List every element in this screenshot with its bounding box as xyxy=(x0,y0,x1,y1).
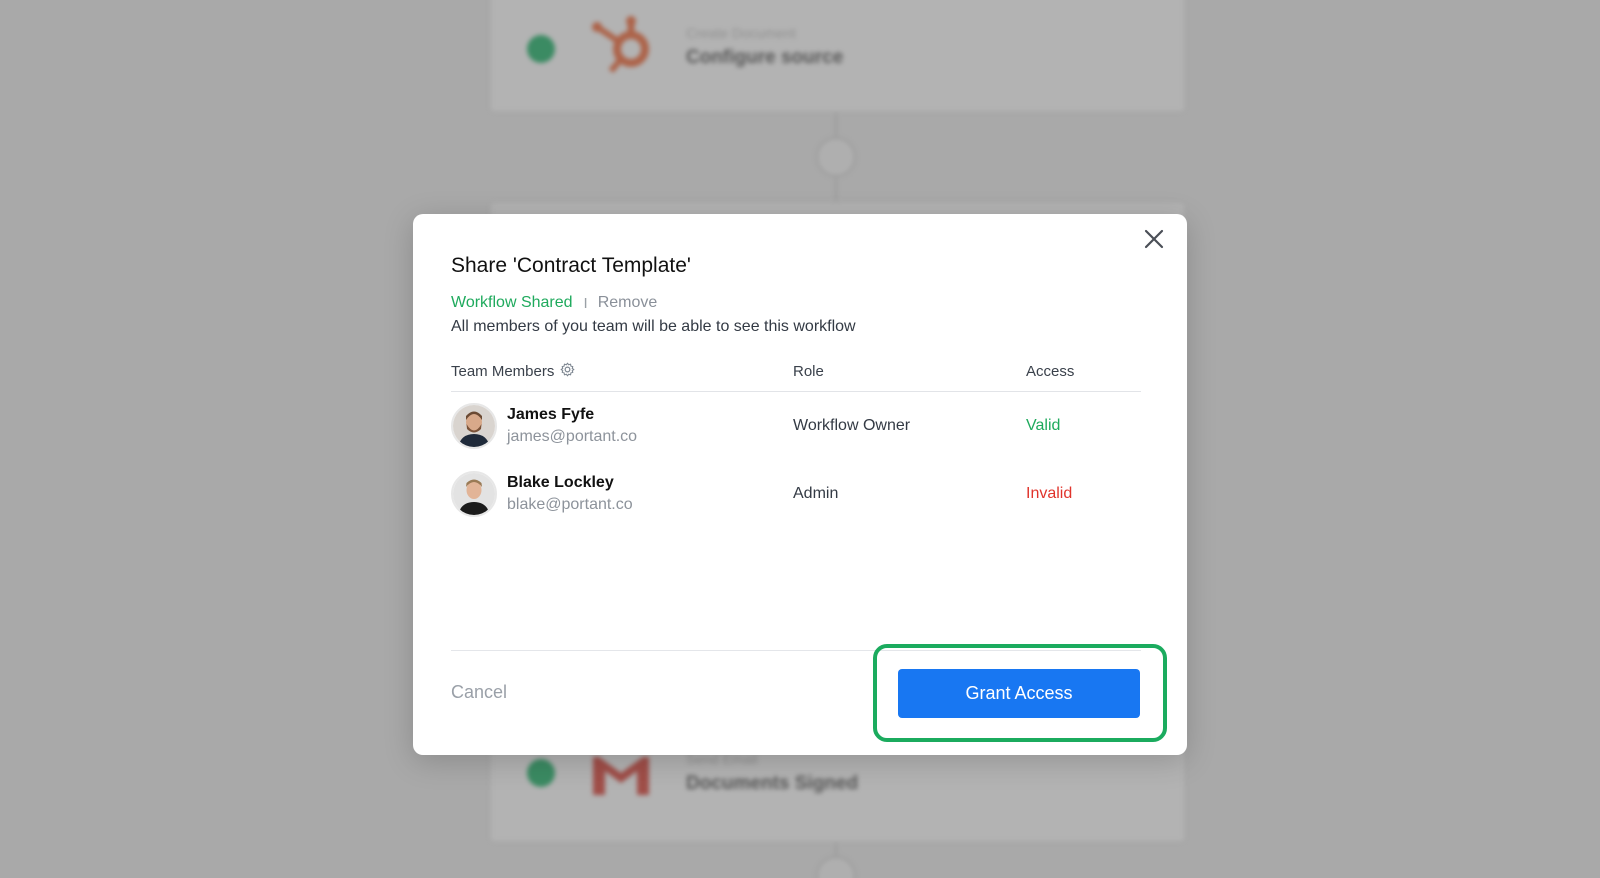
column-header-access: Access xyxy=(1026,363,1075,380)
member-cell: James Fyfe james@portant.co xyxy=(451,403,793,449)
member-email: james@portant.co xyxy=(507,428,638,445)
member-name: James Fyfe xyxy=(507,406,595,423)
share-status-row: Workflow Shared I Remove xyxy=(451,294,657,312)
member-role: Admin xyxy=(793,485,839,502)
table-header: Team Members Role Access xyxy=(451,360,1141,392)
remove-share-link[interactable]: Remove xyxy=(598,294,658,312)
grant-access-button[interactable]: Grant Access xyxy=(898,669,1140,718)
members-table: Team Members Role Access James Fyfe jame… xyxy=(451,360,1141,528)
share-description: All members of you team will be able to … xyxy=(451,318,856,335)
column-header-members: Team Members xyxy=(451,362,793,381)
member-email: blake@portant.co xyxy=(507,496,633,513)
avatar xyxy=(451,471,497,517)
column-header-role: Role xyxy=(793,363,824,380)
access-status: Valid xyxy=(1026,417,1061,434)
column-label: Team Members xyxy=(451,363,555,380)
modal-title: Share 'Contract Template' xyxy=(451,254,691,277)
gear-icon[interactable] xyxy=(560,362,575,381)
table-row: Blake Lockley blake@portant.co Admin Inv… xyxy=(451,460,1141,528)
table-row: James Fyfe james@portant.co Workflow Own… xyxy=(451,392,1141,460)
member-name: Blake Lockley xyxy=(507,474,614,491)
shared-status: Workflow Shared xyxy=(451,294,573,311)
member-role: Workflow Owner xyxy=(793,417,911,434)
cancel-button[interactable]: Cancel xyxy=(451,682,507,703)
share-modal: Share 'Contract Template' Workflow Share… xyxy=(413,214,1187,755)
avatar xyxy=(451,403,497,449)
member-cell: Blake Lockley blake@portant.co xyxy=(451,471,793,517)
separator: I xyxy=(583,294,588,312)
close-button[interactable] xyxy=(1141,226,1167,252)
close-icon xyxy=(1144,229,1164,249)
access-status: Invalid xyxy=(1026,485,1073,502)
